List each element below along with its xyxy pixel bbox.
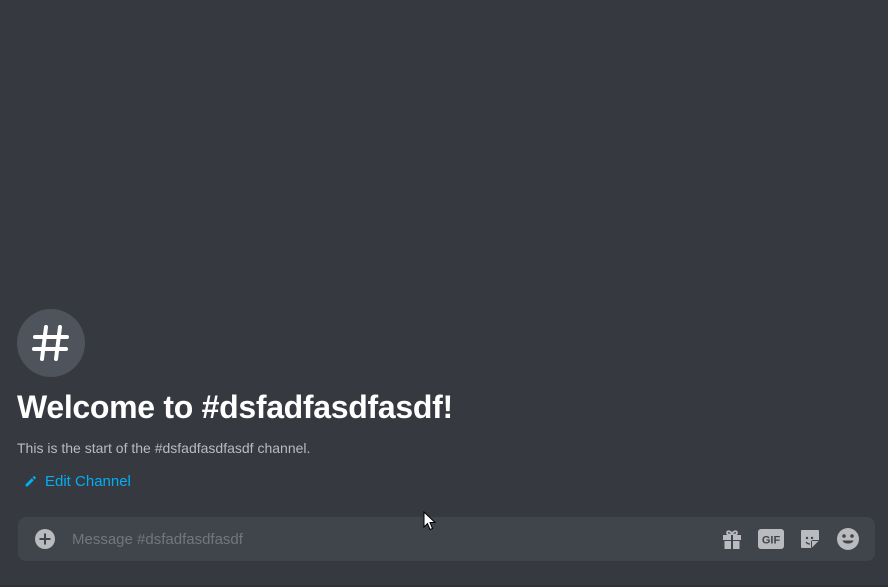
welcome-title: Welcome to #dsfadfasdfasdf! [17, 389, 453, 425]
sticker-icon [801, 530, 819, 548]
edit-channel-link[interactable]: Edit Channel [17, 473, 131, 490]
gift-icon [723, 530, 741, 549]
channel-welcome: Welcome to #dsfadfasdfasdf! This is the … [17, 309, 877, 493]
channel-avatar [17, 309, 85, 377]
emoji-button[interactable] [836, 527, 860, 551]
message-composer: GIF [18, 517, 875, 561]
channel-view: Welcome to #dsfadfasdfasdf! This is the … [0, 0, 888, 587]
edit-channel-label: Edit Channel [45, 473, 131, 490]
emoji-icon [837, 528, 859, 550]
welcome-subtitle: This is the start of the #dsfadfasdfasdf… [17, 440, 311, 456]
attach-button[interactable] [34, 528, 56, 550]
gift-button[interactable] [720, 527, 744, 551]
gif-button[interactable]: GIF [758, 527, 784, 551]
composer-actions: GIF [720, 527, 860, 551]
gif-icon: GIF [758, 529, 784, 549]
message-input[interactable] [72, 517, 720, 561]
discord-channel-window: Welcome to #dsfadfasdfasdf! This is the … [0, 0, 888, 587]
hash-icon [32, 325, 69, 361]
pencil-icon [25, 476, 36, 487]
gif-label: GIF [762, 535, 781, 547]
sticker-button[interactable] [798, 527, 822, 551]
plus-circle-icon [35, 529, 55, 549]
